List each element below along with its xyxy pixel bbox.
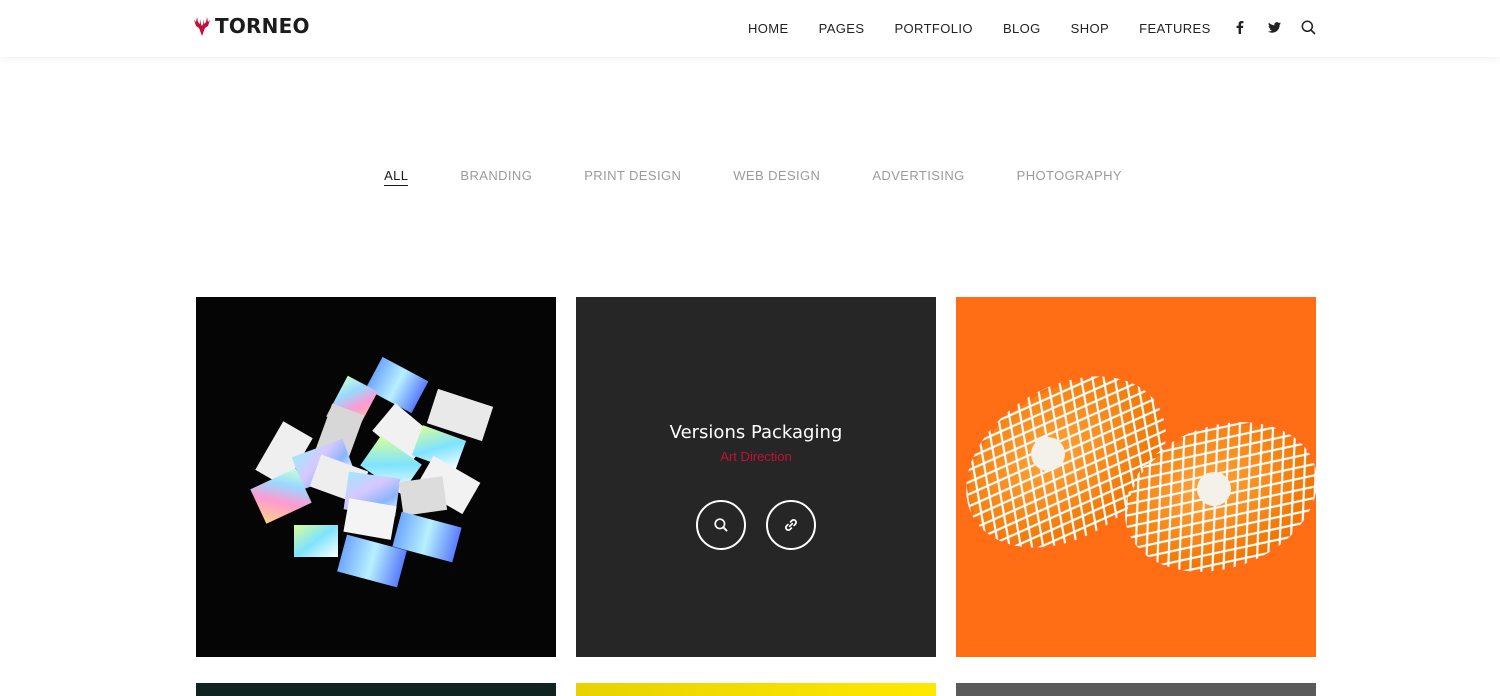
zoom-button[interactable] bbox=[696, 500, 746, 550]
twitter-icon[interactable] bbox=[1264, 17, 1284, 37]
search-icon bbox=[714, 518, 728, 532]
oranges-in-netting-image bbox=[966, 376, 1316, 572]
filter-all[interactable]: ALL bbox=[358, 166, 434, 186]
portfolio-item-5[interactable] bbox=[576, 683, 936, 696]
filter-photography[interactable]: PHOTOGRAPHY bbox=[991, 166, 1148, 186]
deer-antlers-icon bbox=[194, 17, 210, 36]
open-link-button[interactable] bbox=[766, 500, 816, 550]
search-icon[interactable] bbox=[1298, 17, 1318, 37]
filter-web-design[interactable]: WEB DESIGN bbox=[707, 166, 846, 186]
holographic-cards-image bbox=[250, 356, 494, 588]
logo[interactable]: TORNEO bbox=[192, 14, 310, 38]
filter-label: ALL bbox=[384, 168, 409, 186]
nav-home[interactable]: HOME bbox=[733, 0, 804, 57]
portfolio-hover-overlay: Versions Packaging Art Direction bbox=[576, 297, 936, 657]
portfolio-item-versions-packaging[interactable]: Versions Packaging Art Direction bbox=[576, 297, 936, 657]
portfolio-filters: ALL BRANDING PRINT DESIGN WEB DESIGN ADV… bbox=[0, 166, 1500, 186]
header-icons bbox=[1230, 17, 1318, 37]
nav-blog[interactable]: BLOG bbox=[988, 0, 1056, 57]
portfolio-item-actions bbox=[696, 500, 816, 550]
nav-features[interactable]: FEATURES bbox=[1124, 0, 1226, 57]
brand-name: TORNEO bbox=[215, 14, 310, 38]
site-header: TORNEO HOME PAGES PORTFOLIO BLOG SHOP FE… bbox=[0, 0, 1500, 57]
nav-portfolio[interactable]: PORTFOLIO bbox=[879, 0, 987, 57]
main-nav: HOME PAGES PORTFOLIO BLOG SHOP FEATURES bbox=[733, 0, 1226, 57]
filter-print-design[interactable]: PRINT DESIGN bbox=[558, 166, 707, 186]
facebook-icon[interactable] bbox=[1230, 17, 1250, 37]
portfolio-item-holographic-cards[interactable] bbox=[196, 297, 556, 657]
portfolio-item-oranges[interactable] bbox=[956, 297, 1316, 657]
portfolio-item-title[interactable]: Versions Packaging bbox=[670, 422, 843, 443]
filter-advertising[interactable]: ADVERTISING bbox=[846, 166, 990, 186]
filter-branding[interactable]: BRANDING bbox=[434, 166, 558, 186]
link-icon bbox=[785, 519, 797, 531]
portfolio-item-6[interactable] bbox=[956, 683, 1316, 696]
portfolio-item-category[interactable]: Art Direction bbox=[720, 449, 792, 464]
portfolio-item-4[interactable] bbox=[196, 683, 556, 696]
nav-shop[interactable]: SHOP bbox=[1056, 0, 1124, 57]
nav-pages[interactable]: PAGES bbox=[804, 0, 880, 57]
